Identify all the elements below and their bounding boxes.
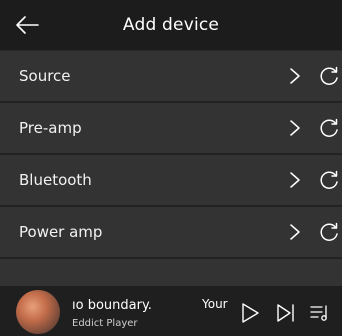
- queue-icon[interactable]: [309, 302, 331, 324]
- chevron-right-icon: [290, 68, 300, 84]
- device-label: Bluetooth: [19, 171, 92, 189]
- next-song-text: Your: [202, 297, 228, 311]
- device-row-source[interactable]: Source: [0, 51, 342, 103]
- top-app-bar: Add device: [0, 0, 342, 50]
- play-icon[interactable]: [240, 302, 260, 324]
- refresh-icon[interactable]: [318, 117, 342, 139]
- refresh-icon[interactable]: [318, 221, 342, 243]
- device-label: Power amp: [19, 223, 103, 241]
- refresh-icon[interactable]: [318, 169, 342, 191]
- device-row-pre-amp[interactable]: Pre-amp: [0, 103, 342, 155]
- chevron-right-icon: [290, 120, 300, 136]
- device-list: Source Pre-amp Bluetooth Power amp: [0, 51, 342, 293]
- page-title: Add device: [122, 15, 220, 35]
- device-row-bluetooth[interactable]: Bluetooth: [0, 155, 342, 207]
- device-label: Source: [19, 67, 71, 85]
- refresh-icon[interactable]: [318, 65, 342, 87]
- artist-name: Eddict Player: [72, 318, 138, 329]
- mini-player[interactable]: ıo boundary. Eddict Player Your: [0, 286, 342, 336]
- song-title: ıo boundary.: [72, 298, 152, 313]
- album-art[interactable]: [16, 290, 60, 334]
- device-row-power-amp[interactable]: Power amp: [0, 207, 342, 259]
- device-label: Pre-amp: [19, 119, 82, 137]
- chevron-right-icon: [290, 172, 300, 188]
- chevron-right-icon: [290, 224, 300, 240]
- skip-next-icon[interactable]: [276, 302, 296, 324]
